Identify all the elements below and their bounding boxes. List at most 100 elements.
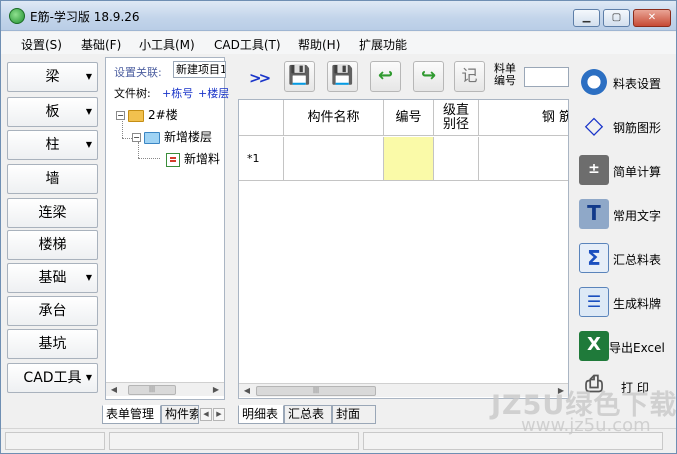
column-header-rebar[interactable]: 钢 筋 xyxy=(479,100,568,136)
nav-coupling-beam[interactable]: 连梁 xyxy=(7,198,98,228)
app-logo-icon xyxy=(9,8,25,24)
save-gray-icon: 💾 xyxy=(288,65,311,86)
calculator-icon: ± xyxy=(579,155,609,185)
cell-rebar[interactable] xyxy=(479,137,568,181)
tree-line xyxy=(138,158,160,159)
watermark-url: www.jz5u.com xyxy=(521,415,651,436)
cell-name[interactable] xyxy=(284,137,384,181)
row-header-corner xyxy=(239,100,284,136)
undo-button[interactable]: ↩ xyxy=(370,61,401,92)
dropdown-arrow-icon: ▼ xyxy=(85,273,92,282)
toolbar: >> 💾 💾 ↩ ↪ 记 料单编号 xyxy=(236,57,569,95)
dropdown-arrow-icon: ▼ xyxy=(85,72,92,81)
nav-cad-tools[interactable]: CAD工具 ▼ xyxy=(7,363,98,393)
column-header-grade-diameter[interactable]: 级直别径 xyxy=(434,100,479,136)
simple-calc-label: 简单计算 xyxy=(613,165,662,179)
column-header-name[interactable]: 构件名称 xyxy=(284,100,384,136)
cell-grade-diameter[interactable] xyxy=(434,137,479,181)
common-text-button[interactable]: T 常用文字 xyxy=(575,197,675,233)
summary-table-button[interactable]: Σ 汇总料表 xyxy=(575,241,675,277)
redo-arrow-icon: ↪ xyxy=(420,65,437,86)
generate-tag-label: 生成料牌 xyxy=(613,297,662,311)
tree-horizontal-scrollbar[interactable]: ◀ ||| ▶ xyxy=(106,382,224,396)
scroll-right-icon[interactable]: ▶ xyxy=(210,384,222,396)
rebar-shape-label: 钢筋图形 xyxy=(613,121,662,135)
list-number-input[interactable] xyxy=(524,67,569,87)
menu-settings[interactable]: 设置(S) xyxy=(21,36,62,53)
menu-tools[interactable]: 小工具(M) xyxy=(139,36,195,53)
menu-extensions[interactable]: 扩展功能 xyxy=(359,36,407,53)
cell-code[interactable] xyxy=(384,137,434,181)
function-panel: 料表设置 ◇ 钢筋图形 ± 简单计算 T 常用文字 Σ 汇总料表 ☰ 生成料牌 … xyxy=(572,57,676,409)
save-blue-icon: 💾 xyxy=(331,65,354,86)
nav-slab[interactable]: 板 ▼ xyxy=(7,97,98,127)
list-number-label: 料单编号 xyxy=(494,62,516,87)
table-settings-label: 料表设置 xyxy=(613,77,662,91)
add-building-link[interactable]: +栋号 xyxy=(162,85,193,101)
nav-pile-cap[interactable]: 承台 xyxy=(7,296,98,326)
tree-node-label: 新增楼层 xyxy=(164,130,213,144)
collapse-icon[interactable]: − xyxy=(116,111,125,120)
summary-table-label: 汇总料表 xyxy=(613,253,662,267)
scroll-left-icon[interactable]: ◀ xyxy=(108,384,120,396)
nav-label: 梁 xyxy=(45,69,60,85)
text-icon: T xyxy=(579,199,609,229)
close-button[interactable]: ✕ xyxy=(633,9,671,27)
expand-panel-button[interactable]: >> xyxy=(249,69,271,87)
collapse-icon[interactable]: − xyxy=(132,133,141,142)
setting-association-select[interactable]: 新建项目1 xyxy=(173,61,226,78)
menu-help[interactable]: 帮助(H) xyxy=(298,36,340,53)
menu-basics[interactable]: 基础(F) xyxy=(81,36,121,53)
export-excel-label: 导出Excel xyxy=(609,341,665,355)
folder-icon xyxy=(128,109,144,122)
maximize-button[interactable]: ▢ xyxy=(603,9,630,27)
table-settings-button[interactable]: 料表设置 xyxy=(575,65,675,101)
detail-table: 构件名称 编号 级直别径 钢 筋 *1 ◀ ||| ▶ xyxy=(238,99,569,399)
nav-foundation-pit[interactable]: 基坑 xyxy=(7,329,98,359)
minimize-button[interactable]: ▁ xyxy=(573,9,600,27)
rebar-shape-button[interactable]: ◇ 钢筋图形 xyxy=(575,109,675,145)
nav-beam[interactable]: 梁 ▼ xyxy=(7,62,98,92)
column-header-code[interactable]: 编号 xyxy=(384,100,434,136)
nav-column[interactable]: 柱 ▼ xyxy=(7,130,98,160)
scroll-thumb[interactable]: ||| xyxy=(256,386,376,396)
generate-tag-button[interactable]: ☰ 生成料牌 xyxy=(575,285,675,321)
app-window: E筋-学习版 18.9.26 ▁ ▢ ✕ 设置(S) 基础(F) 小工具(M) … xyxy=(0,0,677,454)
redo-button[interactable]: ↪ xyxy=(413,61,444,92)
tab-detail-sheet[interactable]: 明细表 xyxy=(238,405,284,424)
note-button[interactable]: 记 xyxy=(454,61,485,92)
file-tree-panel: 设置关联: 新建项目1 文件树: +栋号 +楼层 −2#楼 − 新增楼层 新增料 … xyxy=(105,57,229,400)
scroll-thumb[interactable]: ||| xyxy=(128,385,176,395)
tab-summary-sheet[interactable]: 汇总表 xyxy=(284,405,332,424)
tab-scroll-left-icon[interactable]: ◀ xyxy=(200,408,212,421)
tree-node-sheet[interactable]: 新增料 xyxy=(166,150,220,167)
tab-form-management[interactable]: 表单管理 xyxy=(102,405,161,424)
export-excel-button[interactable]: X 导出Excel xyxy=(575,329,675,365)
excel-icon: X xyxy=(579,331,609,361)
tab-scroll-right-icon[interactable]: ▶ xyxy=(213,408,225,421)
component-nav: 梁 ▼ 板 ▼ 柱 ▼ 墙 连梁 楼梯 基础 ▼ 承台 基坑 CAD工具 ▼ xyxy=(7,62,99,412)
scroll-left-icon[interactable]: ◀ xyxy=(241,385,253,397)
nav-label: 柱 xyxy=(45,137,60,153)
nav-foundation[interactable]: 基础 ▼ xyxy=(7,263,98,293)
save-button[interactable]: 💾 xyxy=(284,61,315,92)
tree-node-building[interactable]: − 2#楼 xyxy=(116,106,178,123)
tree-node-label: 新增料 xyxy=(184,152,221,166)
nav-wall[interactable]: 墙 xyxy=(7,164,98,194)
dropdown-arrow-icon: ▼ xyxy=(85,107,92,116)
menu-cad-tools[interactable]: CAD工具(T) xyxy=(214,36,281,53)
nav-label: 承台 xyxy=(38,303,67,319)
nav-label: 板 xyxy=(45,104,60,120)
nav-stairs[interactable]: 楼梯 xyxy=(7,230,98,260)
undo-arrow-icon: ↩ xyxy=(377,65,394,86)
note-icon: 记 xyxy=(461,66,478,85)
tree-line xyxy=(122,138,132,139)
tab-cover[interactable]: 封面 xyxy=(332,405,376,424)
save-as-button[interactable]: 💾 xyxy=(327,61,358,92)
simple-calc-button[interactable]: ± 简单计算 xyxy=(575,153,675,189)
tab-component-index[interactable]: 构件索 xyxy=(161,405,199,424)
tree-node-floor[interactable]: − 新增楼层 xyxy=(132,128,212,145)
row-header[interactable]: *1 xyxy=(239,137,284,181)
status-pane xyxy=(109,432,359,450)
add-floor-link[interactable]: +楼层 xyxy=(198,85,229,101)
